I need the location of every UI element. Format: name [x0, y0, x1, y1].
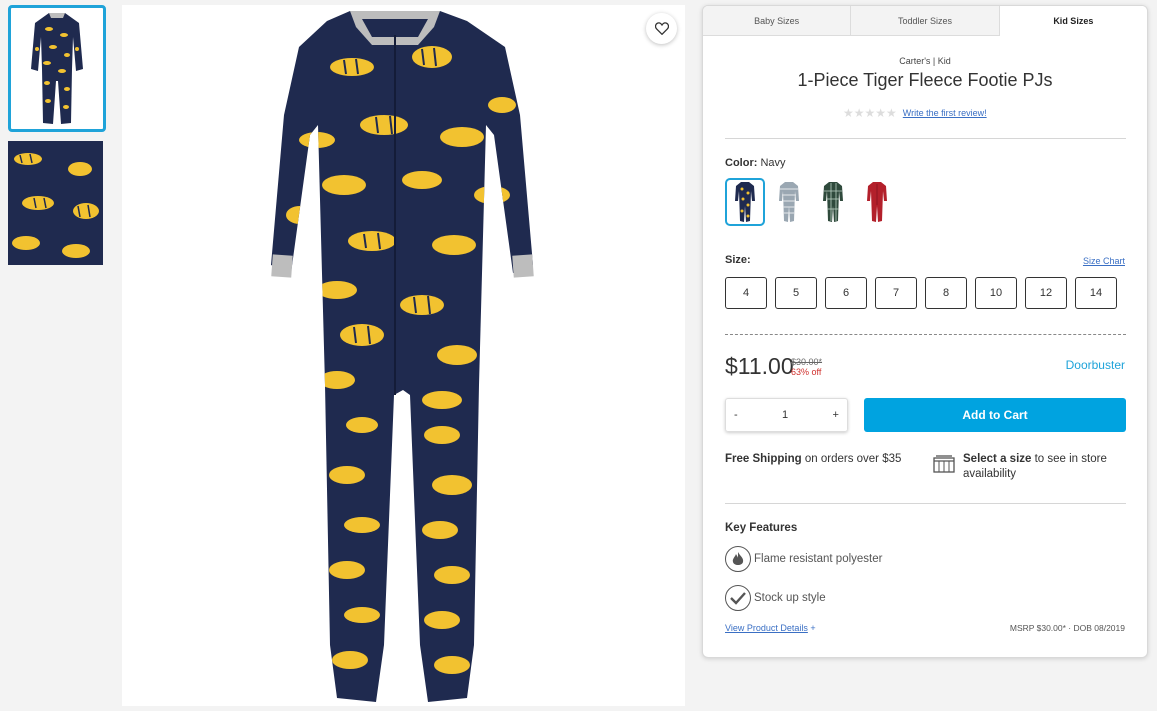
- color-label: Color:: [725, 157, 758, 169]
- product-panel: Baby Sizes Toddler Sizes Kid Sizes Carte…: [702, 5, 1148, 658]
- plus-icon: +: [810, 623, 816, 633]
- quantity-input[interactable]: 1: [782, 409, 788, 421]
- free-shipping-info: Free Shipping on orders over $35: [725, 452, 915, 467]
- thumbnail-pattern[interactable]: [8, 141, 103, 265]
- sale-price: $11.00: [725, 353, 794, 379]
- swatch-navy-tiger-icon: [735, 182, 755, 222]
- key-features-title: Key Features: [725, 522, 798, 534]
- heart-icon: [654, 22, 669, 35]
- tab-kid-sizes[interactable]: Kid Sizes: [999, 6, 1147, 36]
- size-chart-link[interactable]: Size Chart: [1083, 256, 1125, 266]
- color-swatches: [725, 178, 897, 226]
- free-shipping-text: on orders over $35: [801, 453, 902, 465]
- feature-text: Flame resistant polyester: [754, 553, 883, 565]
- size-option[interactable]: 5: [775, 277, 817, 309]
- divider: [725, 138, 1126, 139]
- feature-item: Flame resistant polyester: [725, 546, 882, 572]
- checkmark-icon: [725, 585, 751, 611]
- swatch-grey-stripe-icon: [779, 182, 799, 222]
- thumbnail-front[interactable]: [8, 5, 106, 132]
- size-option[interactable]: 10: [975, 277, 1017, 309]
- product-brand: Carter's | Kid: [899, 56, 951, 66]
- size-option[interactable]: 14: [1075, 277, 1117, 309]
- feature-item: Stock up style: [725, 585, 826, 611]
- color-value: Navy: [760, 157, 786, 169]
- size-tabs: Baby Sizes Toddler Sizes Kid Sizes: [703, 6, 1147, 36]
- swatch-navy-tiger[interactable]: [725, 178, 765, 226]
- quantity-decrement-button[interactable]: -: [734, 409, 738, 421]
- doorbuster-badge: Doorbuster: [1065, 358, 1125, 372]
- store-availability-info: Select a size to see in store availabili…: [963, 452, 1133, 482]
- pajama-thumbnail-image: [31, 12, 83, 124]
- size-option[interactable]: 8: [925, 277, 967, 309]
- swatch-red[interactable]: [857, 178, 897, 226]
- color-selection-label: Color: Navy: [725, 157, 786, 169]
- rating-row: ★★★★★ Write the first review!: [843, 106, 987, 120]
- swatch-grey-stripe[interactable]: [769, 178, 809, 226]
- msrp-info: MSRP $30.00* · DOB 08/2019: [1009, 623, 1125, 633]
- product-title: 1-Piece Tiger Fleece Footie PJs: [797, 70, 1053, 90]
- discount-percent: 63% off: [791, 367, 822, 377]
- size-option[interactable]: 12: [1025, 277, 1067, 309]
- dashed-divider: [725, 334, 1126, 335]
- pattern-thumbnail-image: [8, 141, 103, 265]
- free-shipping-label: Free Shipping: [725, 453, 802, 465]
- size-label: Size:: [725, 254, 751, 266]
- flame-icon: [725, 546, 751, 572]
- tab-baby-sizes[interactable]: Baby Sizes: [703, 6, 852, 36]
- add-to-cart-button[interactable]: Add to Cart: [864, 398, 1126, 432]
- feature-text: Stock up style: [754, 592, 826, 604]
- write-review-link[interactable]: Write the first review!: [903, 108, 987, 118]
- store-icon: [933, 455, 955, 478]
- size-option[interactable]: 6: [825, 277, 867, 309]
- divider: [725, 503, 1126, 504]
- quantity-increment-button[interactable]: +: [833, 409, 839, 421]
- details-link-text: View Product Details: [725, 623, 808, 633]
- main-product-image: [122, 5, 685, 706]
- swatch-green-plaid[interactable]: [813, 178, 853, 226]
- swatch-green-plaid-icon: [823, 182, 843, 222]
- pajama-image: [271, 11, 534, 702]
- tab-toddler-sizes[interactable]: Toddler Sizes: [851, 6, 1000, 36]
- size-options: 4 5 6 7 8 10 12 14: [725, 277, 1117, 309]
- favorite-button[interactable]: [646, 13, 677, 44]
- select-size-label: Select a size: [963, 453, 1032, 465]
- original-price: $30.00*: [791, 357, 823, 367]
- thumbnail-column: [8, 5, 106, 265]
- swatch-red-icon: [867, 182, 887, 222]
- quantity-stepper: - 1 +: [725, 398, 848, 432]
- size-option[interactable]: 7: [875, 277, 917, 309]
- size-option[interactable]: 4: [725, 277, 767, 309]
- star-rating-icon: ★★★★★: [843, 106, 897, 120]
- view-product-details-link[interactable]: View Product Details +: [725, 623, 816, 633]
